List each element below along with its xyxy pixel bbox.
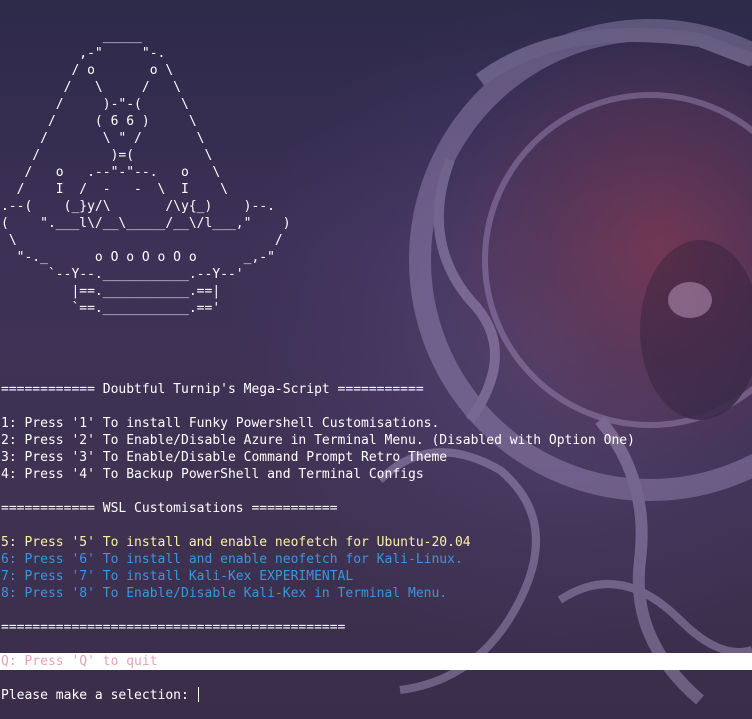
- selection-prompt[interactable]: Please make a selection:: [1, 687, 199, 704]
- quit-option: Q: Press 'Q' to quit: [1, 654, 158, 669]
- menu-item-3: 3: Press '3' To Enable/Disable Command P…: [1, 450, 448, 465]
- menu-item-1: 1: Press '1' To install Funky Powershell…: [1, 416, 440, 431]
- menu-item-2: 2: Press '2' To Enable/Disable Azure in …: [1, 433, 635, 448]
- menu-item-4: 4: Press '4' To Backup PowerShell and Te…: [1, 467, 424, 482]
- ascii-art-turnip-logo: _____ ,-" "-. / o o \ / \ / \ / )-"-( \ …: [1, 29, 291, 316]
- menu-item-6: 6: Press '6' To install and enable neofe…: [1, 552, 463, 567]
- text-cursor: [197, 687, 199, 702]
- menu-divider: ========================================…: [1, 620, 346, 635]
- prompt-label: Please make a selection:: [1, 688, 197, 703]
- terminal-window[interactable]: _____ ,-" "-. / o o \ / \ / \ / )-"-( \ …: [0, 0, 752, 719]
- menu-item-7: 7: Press '7' To install Kali-Kex EXPERIM…: [1, 569, 354, 584]
- menu-header: ============ Doubtful Turnip's Mega-Scri…: [1, 382, 424, 397]
- menu-item-8: 8: Press '8' To Enable/Disable Kali-Kex …: [1, 586, 448, 601]
- menu-item-5: 5: Press '5' To install and enable neofe…: [1, 535, 471, 550]
- wsl-section-header: ============ WSL Customisations ========…: [1, 501, 338, 516]
